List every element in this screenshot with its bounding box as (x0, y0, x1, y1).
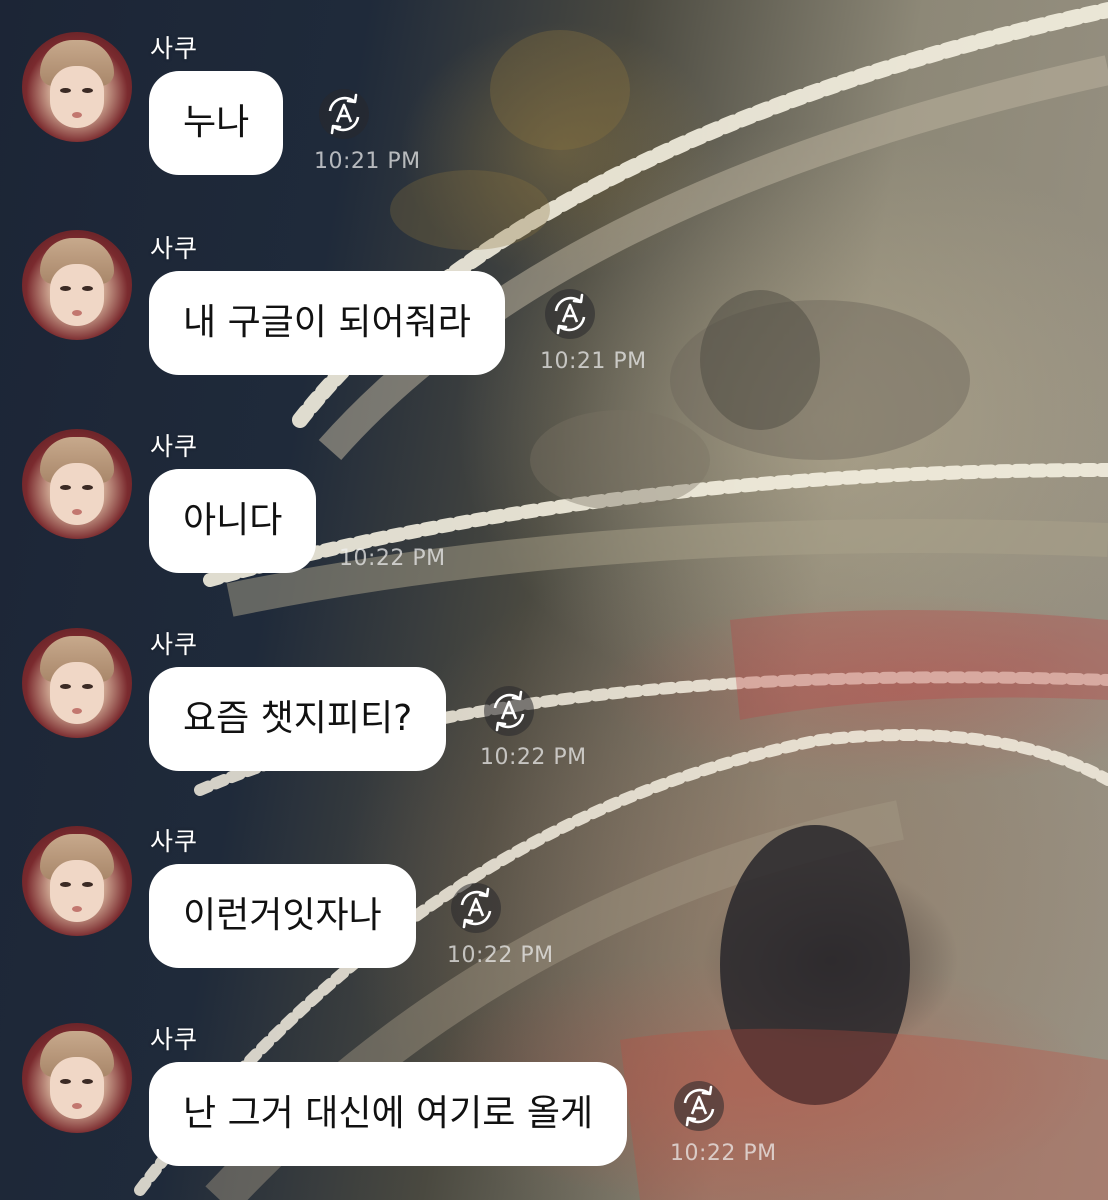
sender-avatar[interactable] (22, 429, 132, 539)
avatar-mouth (72, 509, 82, 515)
avatar-face (50, 662, 104, 724)
sender-avatar[interactable] (22, 230, 132, 340)
message-timestamp: 10:21 PM (314, 149, 421, 174)
avatar-face (50, 463, 104, 525)
avatar-face (50, 264, 104, 326)
sender-name: 사쿠 (150, 827, 199, 856)
message-timestamp: 10:22 PM (339, 546, 446, 571)
avatar-face (50, 66, 104, 128)
avatar-eye (60, 286, 71, 291)
sender-name: 사쿠 (150, 234, 199, 263)
avatar-eye (82, 286, 93, 291)
avatar-eye (82, 882, 93, 887)
avatar-mouth (72, 310, 82, 316)
message-timestamp: 10:22 PM (447, 943, 554, 968)
message-bubble[interactable]: 내 구글이 되어줘라 (149, 271, 505, 375)
sender-avatar[interactable] (22, 1023, 132, 1133)
sender-avatar[interactable] (22, 628, 132, 738)
message-bubble[interactable]: 이런거잇자나 (149, 864, 416, 968)
chat-screen: 사쿠 누나 10:21 PM 사쿠 내 구글이 되어줘라 10:21 PM 사쿠… (0, 0, 1108, 1200)
avatar-eye (60, 485, 71, 490)
avatar-eye (82, 1079, 93, 1084)
auto-translate-icon[interactable] (484, 686, 534, 736)
avatar-eye (60, 88, 71, 93)
message-timestamp: 10:22 PM (670, 1141, 777, 1166)
avatar-eye (82, 485, 93, 490)
avatar-eye (60, 882, 71, 887)
avatar-mouth (72, 112, 82, 118)
avatar-mouth (72, 708, 82, 714)
message-bubble[interactable]: 난 그거 대신에 여기로 올게 (149, 1062, 628, 1166)
auto-translate-icon[interactable] (319, 89, 369, 139)
avatar-face (50, 860, 104, 922)
avatar-eye (82, 88, 93, 93)
avatar-mouth (72, 1103, 82, 1109)
message-timestamp: 10:22 PM (480, 745, 587, 770)
avatar-mouth (72, 906, 82, 912)
message-bubble[interactable]: 요즘 챗지피티? (149, 667, 447, 771)
sender-name: 사쿠 (150, 34, 199, 63)
avatar-eye (82, 684, 93, 689)
auto-translate-icon[interactable] (545, 289, 595, 339)
avatar-eye (60, 1079, 71, 1084)
sender-name: 사쿠 (150, 432, 199, 461)
message-timestamp: 10:21 PM (540, 349, 647, 374)
avatar-eye (60, 684, 71, 689)
sender-name: 사쿠 (150, 1025, 199, 1054)
sender-name: 사쿠 (150, 630, 199, 659)
auto-translate-icon[interactable] (451, 883, 501, 933)
message-bubble[interactable]: 아니다 (149, 469, 317, 573)
avatar-face (50, 1057, 104, 1119)
auto-translate-icon[interactable] (674, 1081, 724, 1131)
message-bubble[interactable]: 누나 (149, 71, 284, 175)
sender-avatar[interactable] (22, 32, 132, 142)
sender-avatar[interactable] (22, 826, 132, 936)
